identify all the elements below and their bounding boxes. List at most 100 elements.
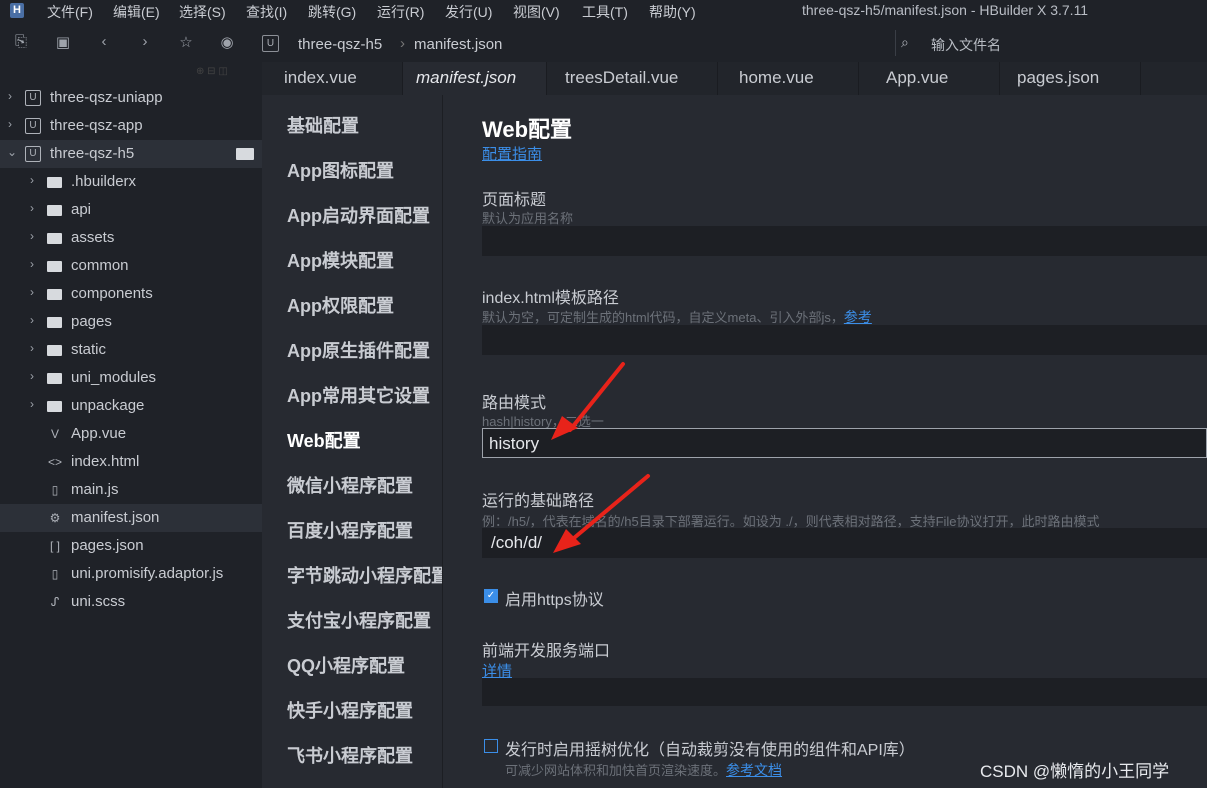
menubar: H 文件(F) 编辑(E) 选择(S) 查找(I) 跳转(G) 运行(R) 发行…: [0, 0, 1207, 22]
base-path-input[interactable]: /coh/d/: [482, 528, 1207, 558]
tab-manifest-json[interactable]: manifest.json: [403, 62, 547, 95]
dev-port-label: 前端开发服务端口: [482, 643, 611, 660]
nav-toutiao-config[interactable]: 字节跳动小程序配置: [287, 562, 442, 588]
nav-basic-config[interactable]: 基础配置: [287, 112, 359, 138]
https-checkbox[interactable]: ✓: [484, 589, 498, 603]
tree-item-label: three-qsz-uniapp: [50, 89, 163, 106]
tree-item-label: pages: [71, 313, 112, 330]
nav-app-module-config[interactable]: App模块配置: [287, 247, 394, 273]
tree-item-label: uni_modules: [71, 369, 157, 386]
save-icon[interactable]: ▣: [54, 33, 72, 51]
tree-item-label: index.html: [71, 453, 140, 470]
tree-item-project[interactable]: ⌄ U three-qsz-h5: [0, 140, 262, 168]
tab-label: pages.json: [1017, 68, 1100, 87]
treeshake-checkbox[interactable]: [484, 739, 498, 753]
tree-item-label: three-qsz-h5: [50, 145, 135, 162]
menu-run[interactable]: 运行(R): [377, 2, 424, 22]
folder-icon: [47, 345, 62, 356]
nav-kuaishou-config[interactable]: 快手小程序配置: [287, 697, 413, 723]
menu-view[interactable]: 视图(V): [513, 2, 560, 22]
template-reference-link[interactable]: 参考: [844, 309, 872, 325]
tree-item-label: main.js: [71, 481, 119, 498]
new-file-icon[interactable]: ⎘: [12, 33, 30, 50]
nav-qq-config[interactable]: QQ小程序配置: [287, 652, 405, 678]
folder-icon: [47, 205, 62, 216]
template-path-input[interactable]: [482, 325, 1207, 355]
menu-publish[interactable]: 发行(U): [445, 2, 492, 22]
tab-pages-json[interactable]: pages.json: [1000, 62, 1141, 95]
search-icon: ⌕: [901, 34, 909, 50]
nav-weixin-config[interactable]: 微信小程序配置: [287, 472, 413, 498]
nav-app-other-settings[interactable]: App常用其它设置: [287, 382, 430, 408]
nav-feishu-config[interactable]: 飞书小程序配置: [287, 742, 413, 768]
tree-item-folder[interactable]: › api: [0, 196, 262, 224]
project-icon: U: [25, 118, 41, 134]
open-folder-icon[interactable]: [236, 148, 254, 160]
json-file-icon: [ ]: [49, 539, 60, 553]
router-mode-input[interactable]: history: [482, 428, 1207, 458]
menu-find[interactable]: 查找(I): [246, 2, 287, 22]
window-title: three-qsz-h5/manifest.json - HBuilder X …: [802, 2, 1089, 18]
tree-item-label: uni.scss: [71, 593, 126, 610]
menu-goto[interactable]: 跳转(G): [308, 2, 356, 22]
nav-app-icon-config[interactable]: App图标配置: [287, 157, 394, 183]
menu-tools[interactable]: 工具(T): [582, 2, 628, 22]
treeshake-label: 发行时启用摇树优化（自动裁剪没有使用的组件和API库）: [505, 742, 915, 759]
nav-web-config[interactable]: Web配置: [287, 427, 361, 453]
tree-item-file[interactable]: ⚙ manifest.json: [0, 504, 262, 532]
chevron-right-icon: ›: [30, 201, 34, 215]
nav-app-splash-config[interactable]: App启动界面配置: [287, 202, 430, 228]
config-guide-link[interactable]: 配置指南: [482, 143, 542, 164]
tree-item-folder[interactable]: › .hbuilderx: [0, 168, 262, 196]
page-title-input[interactable]: [482, 226, 1207, 256]
menu-help[interactable]: 帮助(Y): [649, 2, 696, 22]
menu-select[interactable]: 选择(S): [179, 2, 226, 22]
treeshake-doc-link[interactable]: 参考文档: [726, 762, 782, 778]
breadcrumb-file[interactable]: manifest.json: [414, 36, 502, 53]
tab-label: App.vue: [886, 68, 949, 87]
tree-item-label: components: [71, 285, 153, 302]
file-search-box[interactable]: ⌕ 输入文件名: [895, 30, 1207, 56]
tree-item-file[interactable]: <> index.html: [0, 448, 262, 476]
tree-item-folder[interactable]: › static: [0, 336, 262, 364]
gear-file-icon: ⚙: [49, 511, 61, 525]
tab-index-vue[interactable]: index.vue: [262, 62, 403, 95]
tree-item-file[interactable]: V App.vue: [0, 420, 262, 448]
tree-item-file[interactable]: ▯ uni.promisify.adaptor.js: [0, 560, 262, 588]
run-icon[interactable]: ◉: [218, 33, 236, 51]
tree-item-folder[interactable]: › uni_modules: [0, 364, 262, 392]
tree-item-project[interactable]: › U three-qsz-uniapp: [0, 84, 262, 112]
menu-file[interactable]: 文件(F): [47, 2, 93, 22]
project-icon: U: [25, 146, 41, 162]
tree-item-file[interactable]: ▯ main.js: [0, 476, 262, 504]
back-icon[interactable]: ‹: [95, 33, 113, 50]
tree-item-project[interactable]: › U three-qsz-app: [0, 112, 262, 140]
nav-alipay-config[interactable]: 支付宝小程序配置: [287, 607, 431, 633]
menu-edit[interactable]: 编辑(E): [113, 2, 160, 22]
tab-home-vue[interactable]: home.vue: [718, 62, 859, 95]
nav-app-native-plugin-config[interactable]: App原生插件配置: [287, 337, 430, 363]
tree-item-folder[interactable]: › common: [0, 252, 262, 280]
star-icon[interactable]: ☆: [177, 33, 195, 51]
hbuilder-logo-icon: H: [10, 3, 24, 18]
tree-item-folder[interactable]: › assets: [0, 224, 262, 252]
tab-treesdetail-vue[interactable]: treesDetail.vue: [547, 62, 718, 95]
tab-label: home.vue: [739, 68, 814, 87]
tab-app-vue[interactable]: App.vue: [859, 62, 1000, 95]
page-title-label: 页面标题: [482, 192, 547, 209]
chevron-right-icon: ›: [8, 117, 12, 131]
breadcrumb-project[interactable]: three-qsz-h5: [298, 36, 382, 53]
tree-item-file[interactable]: [ ] pages.json: [0, 532, 262, 560]
forward-icon[interactable]: ›: [136, 33, 154, 50]
dev-port-input[interactable]: [482, 678, 1207, 706]
tree-item-folder[interactable]: › pages: [0, 308, 262, 336]
tree-item-folder[interactable]: › unpackage: [0, 392, 262, 420]
chevron-right-icon: ›: [30, 285, 34, 299]
tree-item-folder[interactable]: › components: [0, 280, 262, 308]
tree-item-label: pages.json: [71, 537, 144, 554]
chevron-right-icon: ›: [30, 313, 34, 327]
https-label: 启用https协议: [505, 592, 604, 609]
nav-baidu-config[interactable]: 百度小程序配置: [287, 517, 413, 543]
tree-item-file[interactable]: ᔑ uni.scss: [0, 588, 262, 616]
nav-app-permission-config[interactable]: App权限配置: [287, 292, 394, 318]
